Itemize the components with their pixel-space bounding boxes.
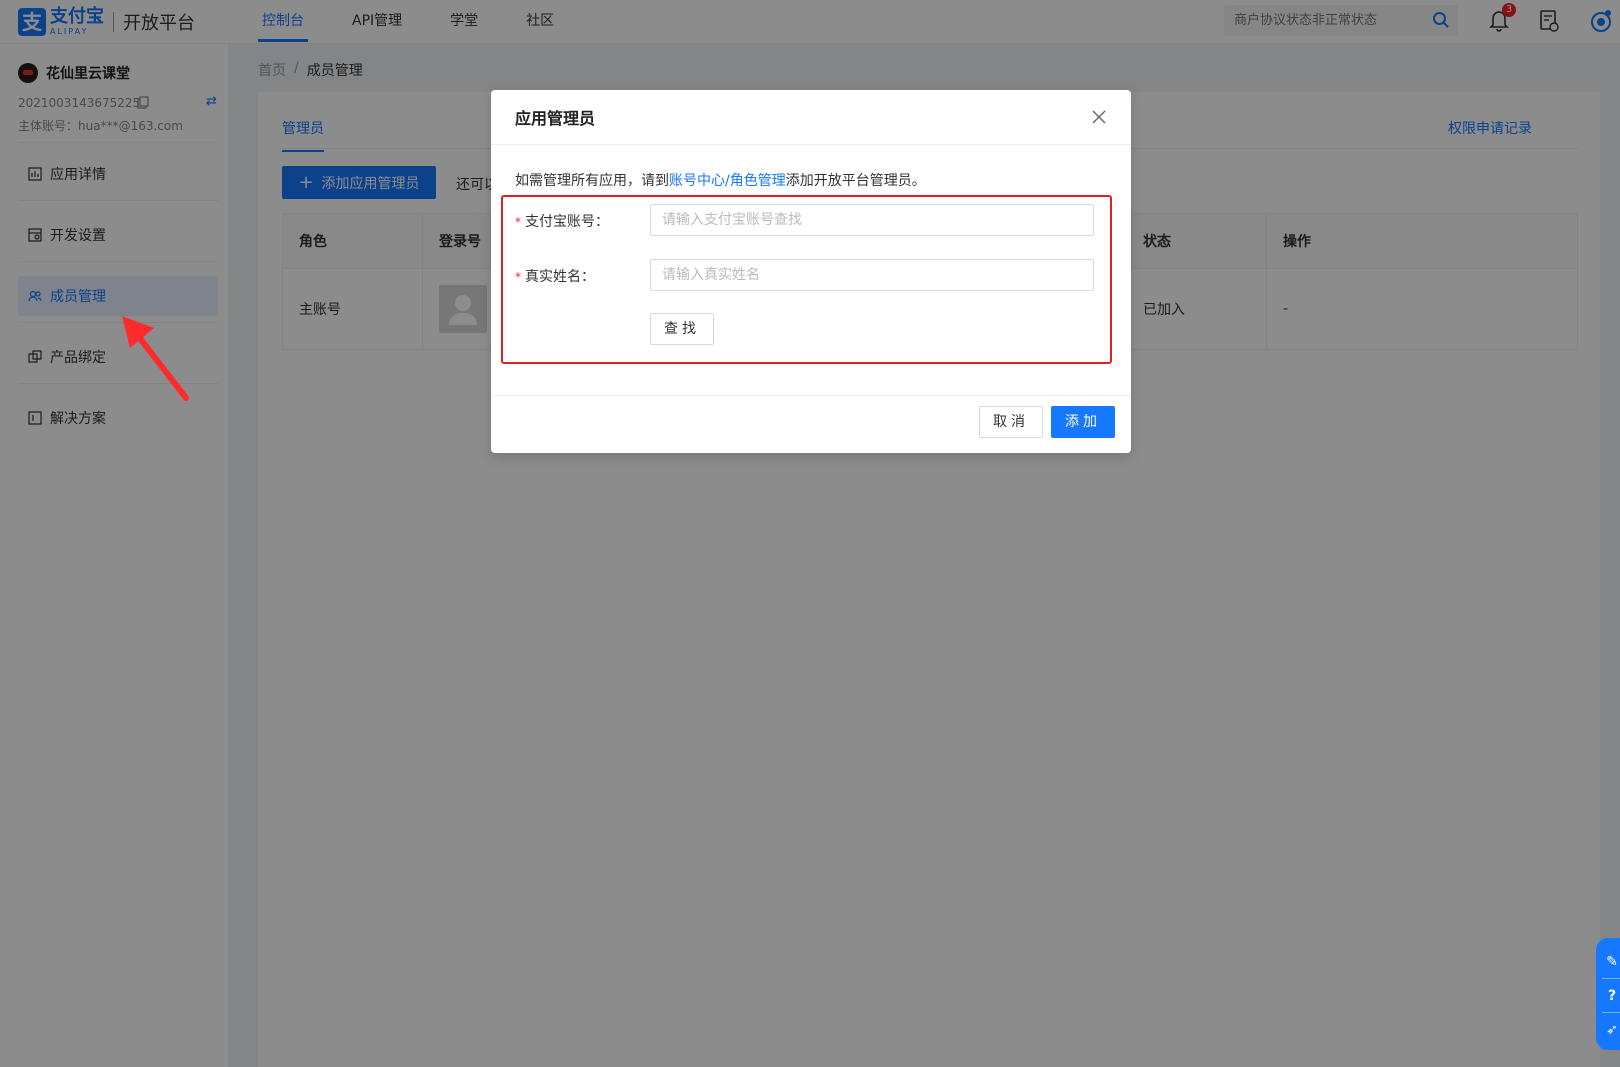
modal-header: 应用管理员 xyxy=(491,90,1131,145)
find-button[interactable]: 查找 xyxy=(650,313,714,345)
modal-note: 如需管理所有应用，请到账号中心/角色管理添加开放平台管理员。 xyxy=(515,173,926,189)
required-mark: * xyxy=(515,270,521,284)
real-name-label: * 真实姓名： xyxy=(515,269,595,285)
add-button[interactable]: 添加 xyxy=(1051,406,1115,438)
floating-help-tools: ✎ ? ➶ xyxy=(1596,938,1620,1050)
annotation-arrow-icon xyxy=(122,316,189,401)
real-name-input[interactable] xyxy=(650,259,1094,291)
annotation-highlight-box: *支付宝账号： *真实姓名： 查找 xyxy=(501,195,1112,364)
modal-title: 应用管理员 xyxy=(515,109,596,128)
required-mark: * xyxy=(515,215,521,229)
float-divider xyxy=(1602,978,1620,979)
feedback-icon[interactable]: ➶ xyxy=(1602,1020,1620,1040)
app-admin-modal: 应用管理员 如需管理所有应用，请到账号中心/角色管理添加开放平台管理员。 * 支付… xyxy=(491,90,1131,453)
chat-icon[interactable]: ✎ xyxy=(1602,952,1620,972)
cancel-button[interactable]: 取消 xyxy=(979,406,1043,438)
close-icon[interactable] xyxy=(1091,109,1107,125)
alipay-account-input[interactable] xyxy=(650,204,1094,236)
alipay-account-label: * 支付宝账号： xyxy=(515,214,609,230)
float-divider xyxy=(1602,1012,1620,1013)
modal-footer: 取消 添加 xyxy=(491,395,1131,453)
help-icon[interactable]: ? xyxy=(1602,986,1620,1006)
account-center-link[interactable]: 账号中心/角色管理 xyxy=(669,173,786,189)
